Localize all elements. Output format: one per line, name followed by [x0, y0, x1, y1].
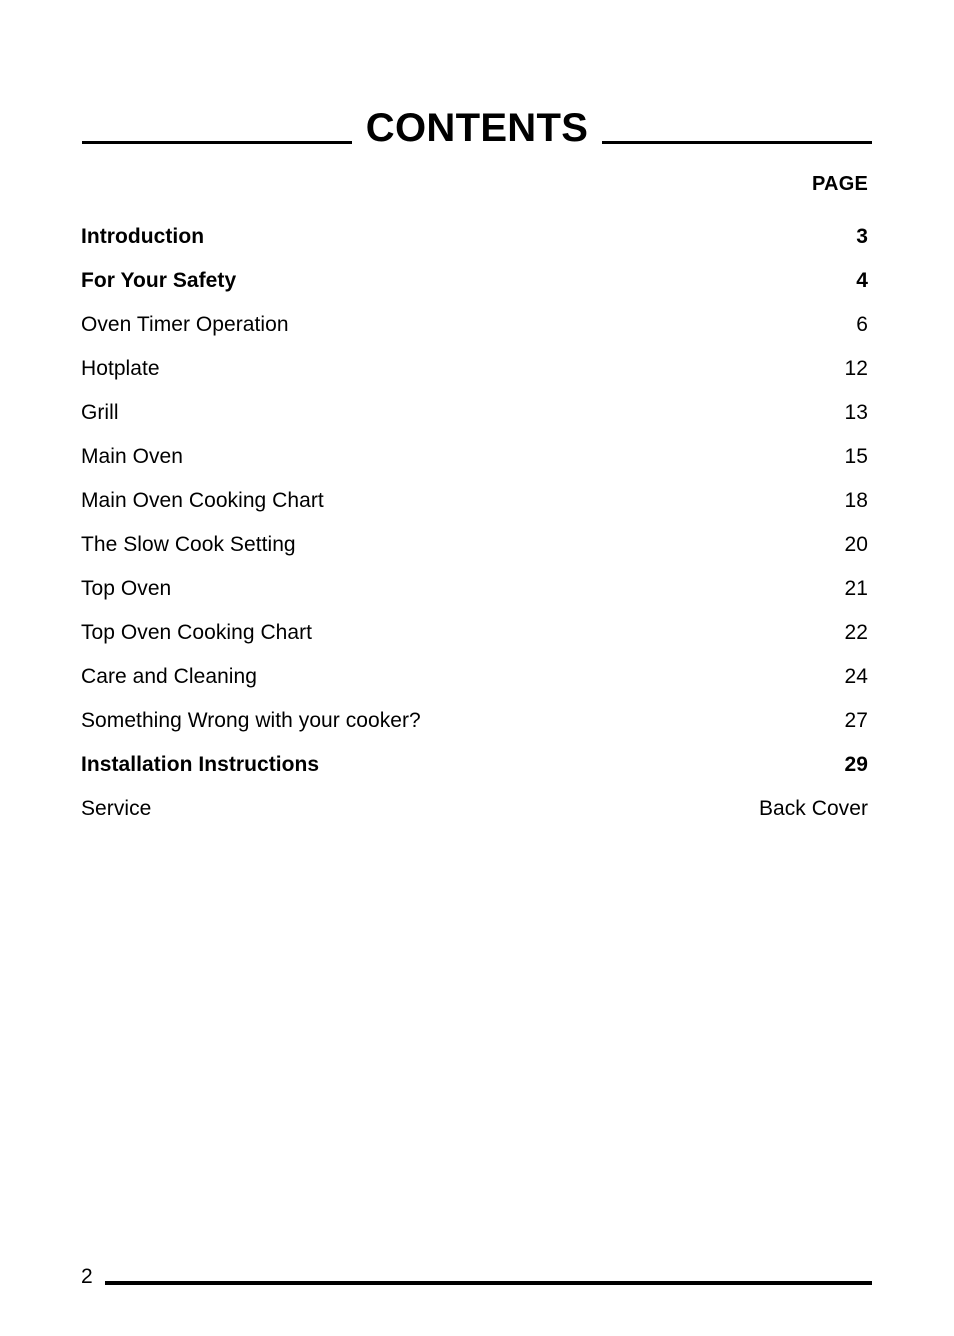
toc-row[interactable]: Service Back Cover: [81, 787, 868, 831]
header-rule-left: [82, 140, 352, 144]
toc-entry-title: Service: [81, 797, 152, 820]
toc-entry-page: 21: [844, 577, 868, 600]
toc-entry-page: 24: [844, 665, 868, 688]
toc-row[interactable]: Top Oven 21: [81, 567, 868, 611]
toc-entry-title: Top Oven Cooking Chart: [81, 621, 313, 644]
toc-entry-page: 27: [844, 709, 868, 732]
toc-entry-page: 18: [844, 489, 868, 512]
toc-entry-title: Main Oven Cooking Chart: [81, 489, 324, 512]
contents-header: CONTENTS: [82, 103, 872, 153]
toc-row[interactable]: Oven Timer Operation 6: [81, 303, 868, 347]
toc-entry-page: 29: [844, 753, 868, 776]
toc-row[interactable]: The Slow Cook Setting 20: [81, 523, 868, 567]
toc-entry-page: 20: [844, 533, 868, 556]
toc-entry-title: Care and Cleaning: [81, 665, 257, 688]
footer-page-number: 2: [81, 1264, 93, 1288]
toc-row[interactable]: Grill 13: [81, 391, 868, 435]
toc-entry-page: 3: [856, 225, 868, 248]
toc-row[interactable]: Care and Cleaning 24: [81, 655, 868, 699]
toc-entry-page: 4: [856, 269, 868, 292]
toc-entry-title: Grill: [81, 401, 119, 424]
page-footer: 2: [81, 1258, 872, 1292]
page-column-header: PAGE: [812, 173, 868, 195]
toc-entry-page: Back Cover: [758, 797, 868, 820]
toc-entry-title: For Your Safety: [81, 269, 237, 292]
toc-row[interactable]: Introduction 3: [81, 215, 868, 259]
toc-entry-page: 13: [844, 401, 868, 424]
toc-entry-title: Something Wrong with your cooker?: [81, 709, 421, 732]
toc-entry-page: 22: [844, 621, 868, 644]
toc-entry-page: 15: [844, 445, 868, 468]
toc-entry-page: 6: [856, 313, 868, 336]
footer-rule: [104, 1281, 872, 1285]
toc-entry-title: Introduction: [81, 225, 205, 248]
toc-entry-title: Installation Instructions: [81, 753, 320, 776]
toc-row[interactable]: Main Oven Cooking Chart 18: [81, 479, 868, 523]
toc-row[interactable]: Top Oven Cooking Chart 22: [81, 611, 868, 655]
toc-row[interactable]: Something Wrong with your cooker? 27: [81, 699, 868, 743]
toc-entry-page: 12: [844, 357, 868, 380]
table-of-contents: Introduction 3 For Your Safety 4 Oven Timer …: [81, 215, 868, 831]
toc-entry-title: Main Oven: [81, 445, 183, 468]
page-title: CONTENTS: [365, 106, 589, 150]
document-page: CONTENTS PAGE Introduction 3 For Your Safe…: [0, 0, 954, 1336]
toc-entry-title: The Slow Cook Setting: [81, 533, 296, 556]
header-rule-right: [602, 140, 872, 144]
toc-row[interactable]: Main Oven 15: [81, 435, 868, 479]
toc-row[interactable]: For Your Safety 4: [81, 259, 868, 303]
toc-entry-title: Hotplate: [81, 357, 160, 380]
toc-row[interactable]: Installation Instructions 29: [81, 743, 868, 787]
toc-entry-title: Oven Timer Operation: [81, 313, 289, 336]
toc-row[interactable]: Hotplate 12: [81, 347, 868, 391]
toc-entry-title: Top Oven: [81, 577, 172, 600]
